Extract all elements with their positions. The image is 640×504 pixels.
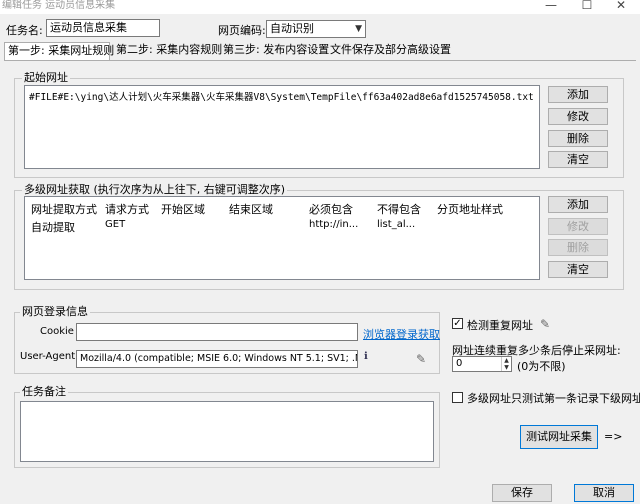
maximize-button[interactable]: ☐ <box>572 0 602 14</box>
notes-textarea[interactable] <box>20 401 434 462</box>
table-cell: GET <box>105 219 126 230</box>
user-agent-input[interactable]: Mozilla/4.0 (compatible; MSIE 6.0; Windo… <box>76 350 358 368</box>
column-header[interactable]: 必须包含 <box>309 201 353 217</box>
column-header[interactable]: 结束区域 <box>229 201 273 217</box>
spin-arrows-icon[interactable]: ▲ ▼ <box>501 357 511 371</box>
multi-level-edit-button[interactable]: 修改 <box>548 218 608 235</box>
encoding-select[interactable]: 自动识别 ▼ <box>266 20 366 38</box>
encoding-value: 自动识别 <box>270 22 314 35</box>
encoding-label: 网页编码: <box>218 24 266 37</box>
repeat-stop-stepper[interactable]: 0 ▲ ▼ <box>452 356 512 372</box>
dup-check-label: 检测重复网址 <box>467 319 533 332</box>
table-row[interactable]: 自动提取 GET http://in... list_al... <box>25 219 539 234</box>
user-agent-label: User-Agent <box>20 351 76 362</box>
tab-url-rules[interactable]: 第一步: 采集网址规则 <box>4 42 114 61</box>
arrow-icon: => <box>604 430 623 443</box>
window-title: 编辑任务 运动员信息采集 <box>2 0 116 11</box>
column-header[interactable]: 请求方式 <box>105 201 149 217</box>
title-bar: 编辑任务 运动员信息采集 — ☐ ✕ <box>0 0 640 14</box>
start-url-add-button[interactable]: 添加 <box>548 86 608 103</box>
start-url-clear-button[interactable]: 清空 <box>548 151 608 168</box>
multi-level-delete-button[interactable]: 删除 <box>548 239 608 256</box>
multi-level-add-button[interactable]: 添加 <box>548 196 608 213</box>
list-item[interactable]: #FILE#E:\ying\达人计划\火车采集器\火车采集器V8\System\… <box>29 89 534 103</box>
task-name-label: 任务名: <box>6 24 43 37</box>
start-url-edit-button[interactable]: 修改 <box>548 108 608 125</box>
notes-title: 任务备注 <box>20 385 68 398</box>
browser-login-link[interactable]: 浏览器登录获取 <box>363 326 440 342</box>
help-icon[interactable]: ✎ <box>540 317 550 331</box>
help-icon[interactable]: ✎ <box>416 352 426 366</box>
start-url-title: 起始网址 <box>22 71 70 84</box>
login-title: 网页登录信息 <box>20 305 90 318</box>
minimize-button[interactable]: — <box>536 0 566 14</box>
repeat-stop-value: 0 <box>456 358 463 369</box>
cancel-button[interactable]: 取消 <box>574 484 634 502</box>
list-header: 网址提取方式 请求方式 开始区域 结束区域 必须包含 不得包含 分页地址样式 <box>25 201 539 217</box>
cookie-label: Cookie <box>40 326 74 337</box>
start-url-delete-button[interactable]: 删除 <box>548 130 608 147</box>
table-cell: http://in... <box>309 219 359 230</box>
column-header[interactable]: 分页地址样式 <box>437 201 503 217</box>
repeat-stop-hint: (0为不限) <box>517 360 566 373</box>
close-button[interactable]: ✕ <box>606 0 636 14</box>
start-url-list[interactable]: #FILE#E:\ying\达人计划\火车采集器\火车采集器V8\System\… <box>24 85 540 169</box>
tab-file-advanced[interactable]: 文件保存及部分高级设置 <box>327 42 454 60</box>
save-button[interactable]: 保存 <box>492 484 552 502</box>
tab-content-rules[interactable]: 第二步: 采集内容规则 <box>113 42 225 60</box>
tab-publish-settings[interactable]: 第三步: 发布内容设置 <box>220 42 332 60</box>
dup-check-checkbox[interactable]: ✓ <box>452 318 463 329</box>
column-header[interactable]: 不得包含 <box>377 201 421 217</box>
test-url-collect-button[interactable]: 测试网址采集 <box>520 425 598 449</box>
multi-level-title: 多级网址获取 (执行次序为从上往下, 右键可调整次序) <box>22 183 288 196</box>
column-header[interactable]: 开始区域 <box>161 201 205 217</box>
cookie-input[interactable] <box>76 323 358 341</box>
multi-first-label: 多级网址只测试第一条记录下级网址 <box>467 392 640 405</box>
table-cell: list_al... <box>377 219 416 230</box>
multi-level-clear-button[interactable]: 清空 <box>548 261 608 278</box>
multi-level-list[interactable]: 网址提取方式 请求方式 开始区域 结束区域 必须包含 不得包含 分页地址样式 自… <box>24 196 540 280</box>
multi-first-checkbox[interactable] <box>452 392 463 403</box>
chevron-down-icon: ▼ <box>355 24 362 34</box>
info-icon[interactable]: ℹ <box>364 351 368 362</box>
column-header[interactable]: 网址提取方式 <box>31 201 97 217</box>
task-name-input[interactable]: 运动员信息采集 <box>46 19 160 37</box>
table-cell: 自动提取 <box>31 221 75 234</box>
